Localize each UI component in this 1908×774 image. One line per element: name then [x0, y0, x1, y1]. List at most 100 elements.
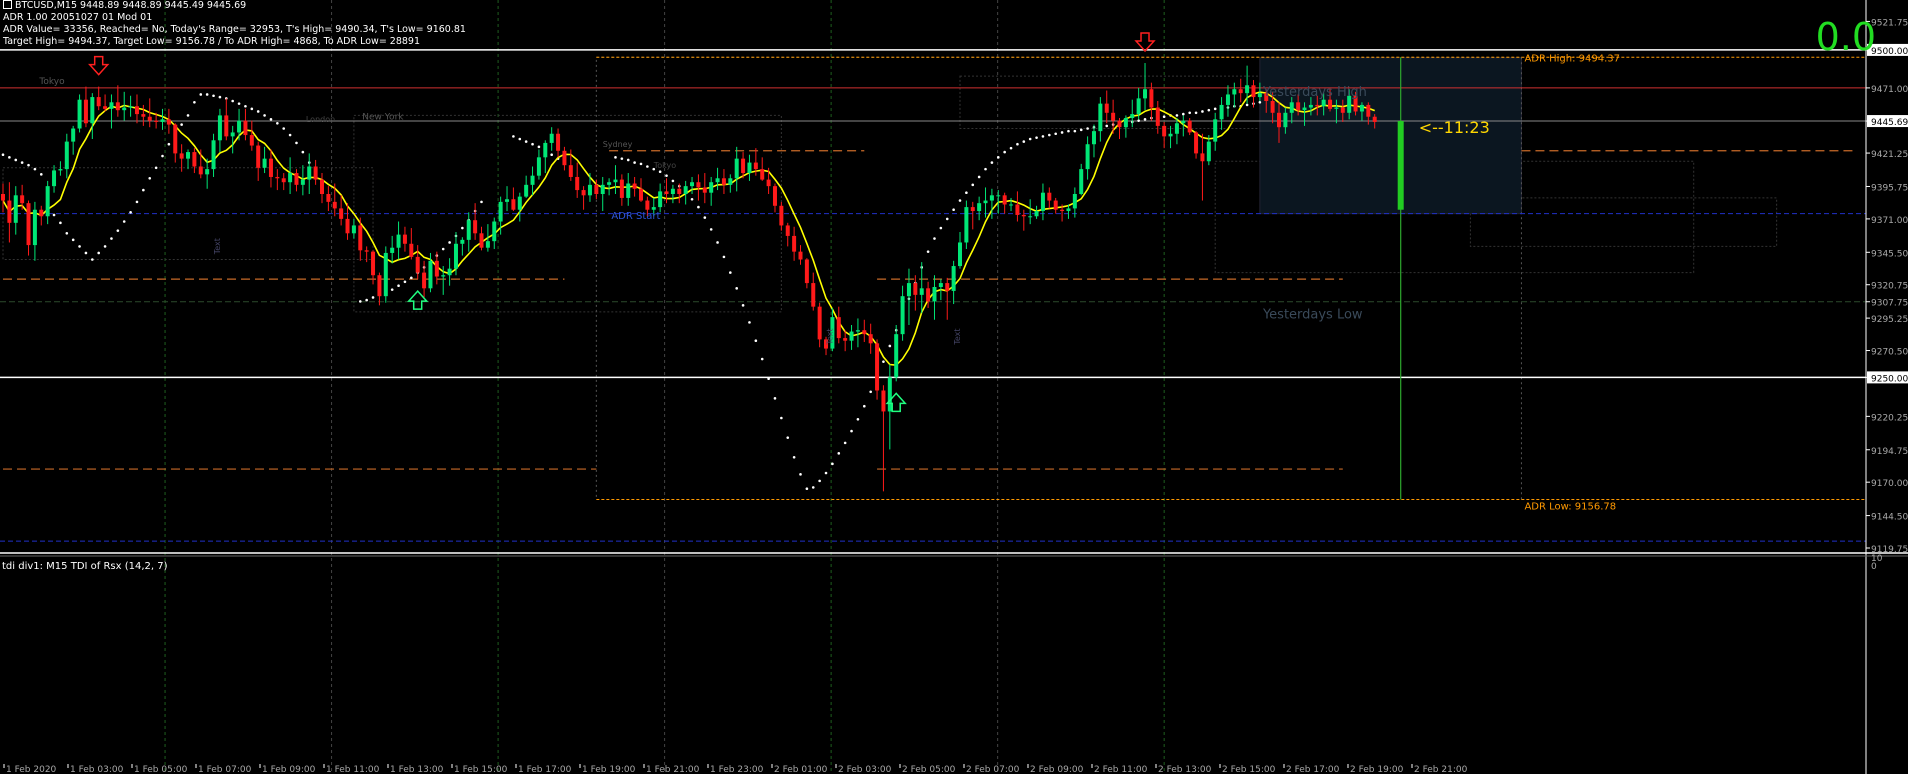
- session-label-sydney: Sydney: [603, 140, 633, 149]
- sar-dot: [1060, 131, 1064, 134]
- candle-body: [52, 170, 57, 187]
- candle-body: [1194, 132, 1199, 154]
- sar-dot: [91, 258, 94, 261]
- adr-value-line: ADR Value= 33356, Reached= No, Today's R…: [3, 24, 466, 35]
- candle-body: [1040, 192, 1045, 212]
- candle-body: [1219, 104, 1224, 120]
- candle-body: [205, 169, 210, 175]
- candle-body: [607, 182, 612, 185]
- sar-dot: [811, 486, 815, 489]
- candle-body: [562, 150, 567, 166]
- candle-body: [741, 158, 746, 174]
- candle-body: [1162, 125, 1167, 137]
- time-label: 2 Feb 21:00: [1414, 765, 1468, 774]
- candle-body: [1079, 169, 1084, 195]
- sar-dot: [1143, 118, 1147, 121]
- sar-dot: [154, 166, 158, 170]
- sar-dot: [1009, 146, 1013, 150]
- candle-body: [1028, 216, 1033, 218]
- candle-body: [173, 124, 178, 154]
- sar-dot: [926, 250, 930, 253]
- sar-dot: [59, 221, 62, 225]
- candle-body: [243, 120, 248, 136]
- sar-dot: [1054, 132, 1057, 136]
- time-label: 2 Feb 17:00: [1286, 765, 1340, 774]
- candle-body: [128, 106, 133, 108]
- sar-dot: [550, 153, 553, 157]
- candle-body: [690, 182, 695, 187]
- candle-body: [1111, 112, 1116, 121]
- price-tick-label: 9471.00: [1871, 85, 1908, 95]
- sar-dot: [831, 462, 834, 466]
- sar-dot: [180, 123, 183, 126]
- candle-body: [549, 133, 554, 143]
- candle-body: [402, 234, 407, 244]
- sar-dot: [148, 176, 152, 180]
- sar-dot: [1213, 107, 1217, 111]
- sar-dot: [1035, 136, 1038, 139]
- adr-high-label: ADR High: 9494.37: [1524, 53, 1620, 64]
- candle-body: [581, 190, 586, 196]
- time-label: 2 Feb 05:00: [902, 765, 956, 774]
- sar-dot: [518, 137, 522, 141]
- candle-body: [728, 178, 733, 185]
- candle-body: [651, 207, 656, 210]
- candle-body: [645, 200, 650, 210]
- sar-dot: [1245, 103, 1249, 107]
- sar-dot: [869, 390, 872, 394]
- candle-body: [1015, 204, 1020, 215]
- candle-body: [377, 275, 382, 297]
- price-tag-label: 9250.00: [1871, 374, 1908, 384]
- sar-dot: [671, 179, 675, 183]
- sar-dot: [996, 156, 1000, 159]
- candle-body: [1257, 93, 1262, 98]
- candle-body: [1174, 123, 1179, 134]
- sar-dot: [365, 298, 368, 302]
- symbol-line: BTCUSD,M15 9448.89 9448.89 9445.49 9445.…: [3, 0, 246, 12]
- candle-body: [639, 188, 643, 201]
- candle-body: [320, 179, 324, 195]
- candle-body: [1283, 112, 1288, 128]
- sar-dot: [250, 107, 254, 111]
- time-label: 1 Feb 11:00: [326, 765, 380, 774]
- sar-dot: [397, 284, 400, 287]
- candle-body: [83, 99, 88, 124]
- sar-dot: [448, 241, 451, 244]
- price-chart[interactable]: Tokyo London New York Sydney Tokyo ADR Start Y…: [0, 0, 1908, 774]
- sar-dot: [786, 436, 790, 439]
- candle-body: [428, 260, 433, 289]
- sar-dot: [531, 142, 534, 146]
- candle-body: [345, 218, 350, 234]
- candle-body: [300, 179, 305, 185]
- candle-body: [1328, 99, 1333, 109]
- symbol-text: BTCUSD,M15 9448.89 9448.89 9445.49 9445.…: [15, 0, 247, 11]
- candle-body: [913, 283, 918, 295]
- time-label: 2 Feb 11:00: [1094, 765, 1148, 774]
- candle-body: [1296, 102, 1301, 111]
- sar-dot: [441, 247, 445, 251]
- candle-body: [1066, 208, 1071, 212]
- candle-body: [709, 182, 714, 193]
- candle-body: [307, 166, 312, 180]
- candle-body: [804, 259, 809, 284]
- adr-line: ADR 1.00 20051027 01 Mod 01: [3, 12, 153, 23]
- candle-body: [1, 194, 5, 201]
- candle-body: [670, 188, 675, 195]
- candle-body: [422, 272, 427, 289]
- candle-body: [1251, 85, 1256, 98]
- candle-body: [339, 208, 344, 219]
- candle-body: [811, 283, 816, 307]
- price-tick-label: 9270.50: [1871, 348, 1908, 358]
- candle-body: [1340, 107, 1345, 113]
- session-label-tokyo-2: Tokyo: [653, 161, 677, 170]
- sar-dot: [218, 95, 222, 99]
- sar-dot: [888, 344, 892, 348]
- price-tag-label: 9445.69: [1871, 118, 1908, 128]
- sar-dot: [371, 296, 375, 299]
- candle-body: [945, 283, 950, 291]
- candle-body: [747, 162, 752, 174]
- sar-dot: [537, 145, 541, 149]
- sar-dot: [110, 237, 113, 240]
- candle-body: [466, 220, 471, 240]
- sar-dot: [122, 220, 126, 223]
